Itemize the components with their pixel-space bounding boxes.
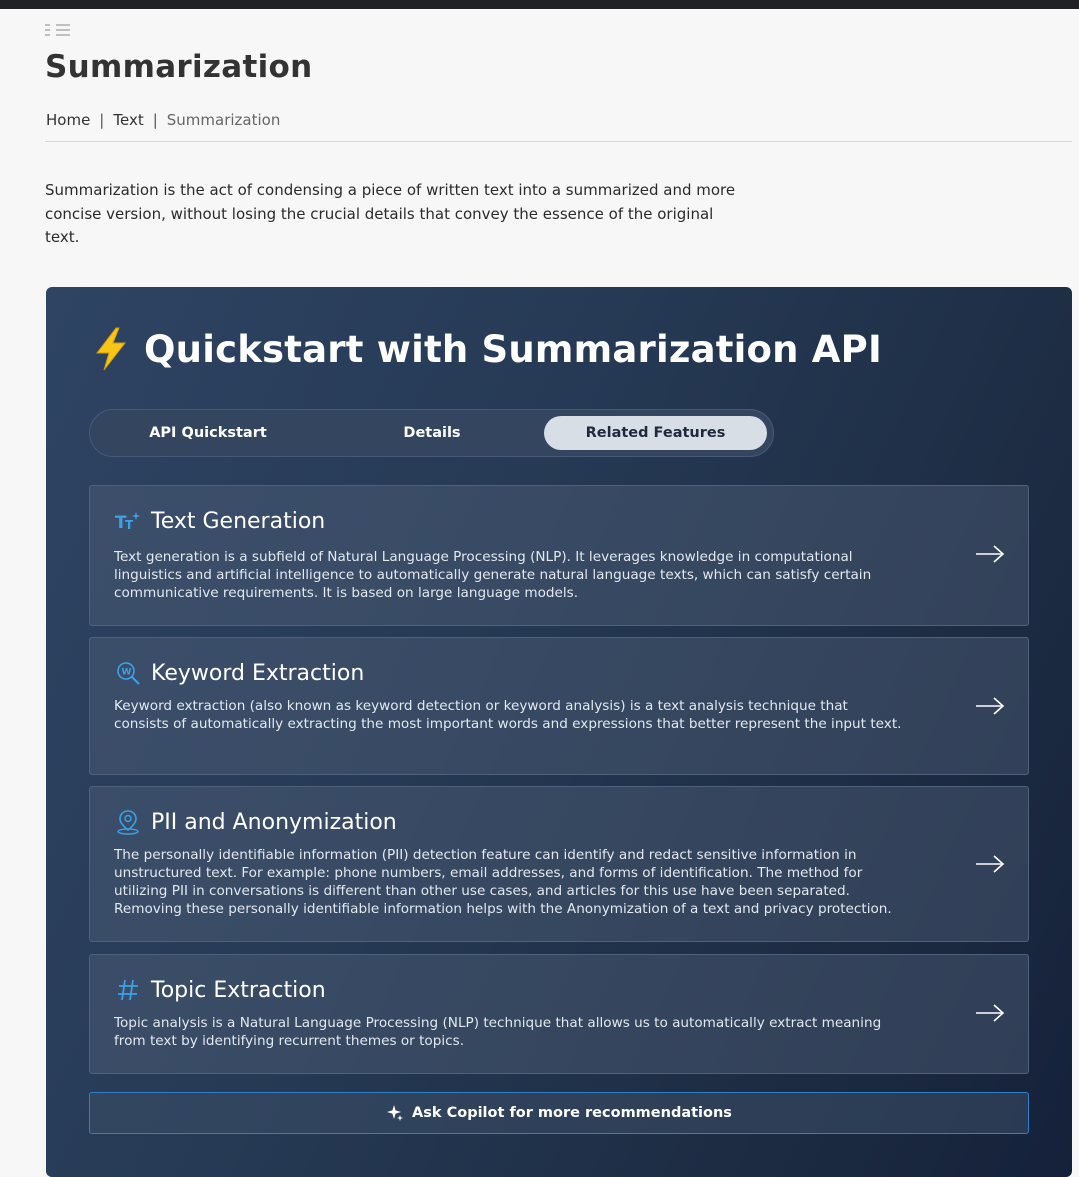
page: Summarization Home | Text | Summarizatio…	[0, 9, 1079, 1177]
table-of-contents-icon[interactable]	[44, 23, 72, 39]
card-header: T T Text Generation	[115, 508, 325, 534]
ask-copilot-button[interactable]: Ask Copilot for more recommendations	[89, 1092, 1029, 1134]
lightning-bolt-icon	[95, 327, 127, 371]
hashtag-icon	[115, 977, 141, 1003]
sparkle-icon	[387, 1105, 404, 1121]
card-title: PII and Anonymization	[151, 809, 397, 835]
svg-text:W: W	[122, 668, 132, 678]
page-title: Summarization	[45, 49, 313, 85]
svg-text:T: T	[125, 518, 134, 532]
tab-details[interactable]: Details	[320, 416, 544, 450]
card-description: Keyword extraction (also known as keywor…	[114, 698, 902, 732]
breadcrumb: Home | Text | Summarization	[46, 111, 280, 129]
tab-api-quickstart[interactable]: API Quickstart	[96, 416, 320, 450]
intro-paragraph: Summarization is the act of condensing a…	[45, 181, 736, 246]
feature-card-keyword-extraction[interactable]: W Keyword Extraction Keyword extraction …	[89, 637, 1029, 775]
panel-title: Quickstart with Summarization API	[144, 327, 882, 371]
breadcrumb-separator: |	[152, 111, 158, 129]
arrow-right-icon	[976, 1004, 1005, 1022]
card-description: The personally identifiable information …	[114, 847, 892, 917]
card-description: Text generation is a subfield of Natural…	[114, 549, 872, 601]
card-header: Topic Extraction	[115, 977, 326, 1003]
arrow-right-icon	[976, 697, 1005, 715]
card-header: W Keyword Extraction	[115, 660, 364, 686]
ask-copilot-label: Ask Copilot for more recommendations	[412, 1105, 732, 1121]
panel-heading: Quickstart with Summarization API	[92, 327, 882, 371]
arrow-right-icon	[976, 855, 1005, 873]
breadcrumb-separator: |	[99, 111, 105, 129]
breadcrumb-text[interactable]: Text	[113, 111, 143, 129]
header-divider	[45, 141, 1072, 142]
breadcrumb-home[interactable]: Home	[46, 111, 90, 129]
feature-card-text-generation[interactable]: T T Text Generation Text generation is a…	[89, 485, 1029, 626]
window-top-bar	[0, 0, 1079, 9]
keyword-search-icon: W	[115, 660, 141, 686]
feature-card-pii-anonymization[interactable]: PII and Anonymization The personally ide…	[89, 786, 1029, 942]
person-location-icon	[115, 809, 141, 835]
card-title: Text Generation	[151, 508, 326, 534]
feature-card-topic-extraction[interactable]: Topic Extraction Topic analysis is a Nat…	[89, 954, 1029, 1074]
card-header: PII and Anonymization	[115, 809, 397, 835]
text-generation-icon: T T	[115, 508, 141, 534]
tab-bar: API Quickstart Details Related Features	[89, 409, 774, 457]
tab-related-features[interactable]: Related Features	[544, 416, 767, 450]
card-description: Topic analysis is a Natural Language Pro…	[114, 1015, 882, 1049]
card-title: Topic Extraction	[151, 977, 326, 1003]
quickstart-panel: Quickstart with Summarization API API Qu…	[46, 287, 1072, 1177]
arrow-right-icon	[976, 545, 1005, 563]
card-title: Keyword Extraction	[151, 660, 365, 686]
breadcrumb-current: Summarization	[166, 111, 281, 129]
